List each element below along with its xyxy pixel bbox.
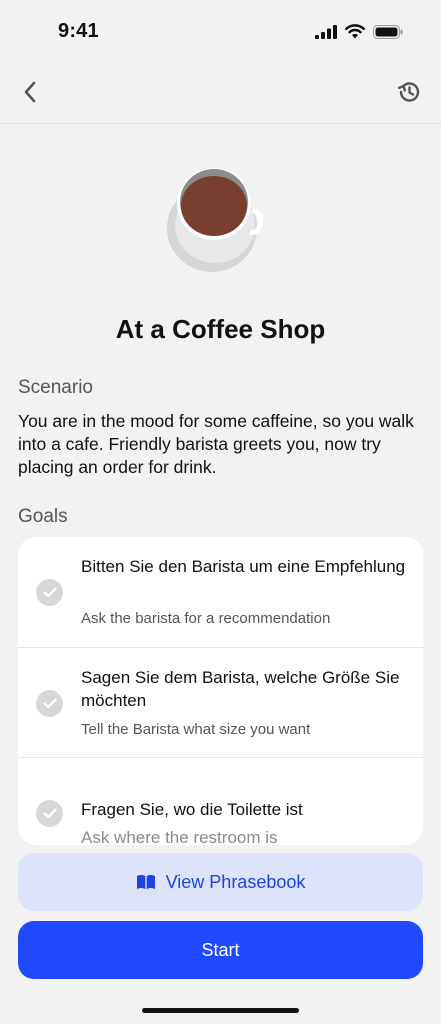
signal-icon	[315, 24, 337, 39]
scenario-description: You are in the mood for some caffeine, s…	[18, 411, 414, 477]
chevron-left-icon	[24, 81, 36, 103]
coffee-cup-illustration	[167, 168, 264, 272]
goal-item: Sagen Sie dem Barista, welche Größe Sie …	[18, 647, 423, 757]
wifi-icon	[345, 24, 365, 39]
check-icon	[36, 690, 63, 717]
status-time: 9:41	[58, 20, 99, 42]
navigation-bar	[0, 64, 441, 124]
check-icon	[36, 800, 63, 827]
view-phrasebook-button[interactable]: View Phrasebook	[18, 853, 423, 911]
start-button[interactable]: Start	[18, 921, 423, 979]
start-label: Start	[201, 939, 240, 960]
home-indicator	[142, 1008, 299, 1013]
view-phrasebook-label: View Phrasebook	[165, 871, 306, 892]
goal-text-english: Ask the barista for a recommendation	[81, 610, 331, 627]
goal-text-german: Sagen Sie dem Barista, welche Größe Sie …	[81, 668, 400, 710]
book-icon	[136, 875, 155, 889]
goal-item: Bitten Sie den Barista um eine Empfehlun…	[18, 537, 423, 647]
scenario-title: At a Coffee Shop	[115, 314, 326, 344]
goal-item: Fragen Sie, wo die Toilette ist Ask wher…	[18, 757, 423, 845]
goal-text-english: Ask where the restroom is	[81, 828, 278, 845]
goals-heading: Goals	[18, 506, 68, 527]
history-icon	[398, 82, 420, 102]
back-button[interactable]	[14, 76, 46, 108]
battery-icon	[373, 24, 403, 39]
goals-list: Bitten Sie den Barista um eine Empfehlun…	[18, 537, 423, 845]
goal-text-german: Bitten Sie den Barista um eine Empfehlun…	[81, 557, 406, 576]
scenario-heading: Scenario	[18, 377, 93, 398]
status-bar: 9:41	[0, 0, 441, 64]
status-icons	[315, 24, 403, 39]
check-icon	[36, 579, 63, 606]
goal-text-german: Fragen Sie, wo die Toilette ist	[81, 800, 303, 819]
history-button[interactable]	[393, 76, 425, 108]
goal-text-english: Tell the Barista what size you want	[81, 721, 311, 738]
